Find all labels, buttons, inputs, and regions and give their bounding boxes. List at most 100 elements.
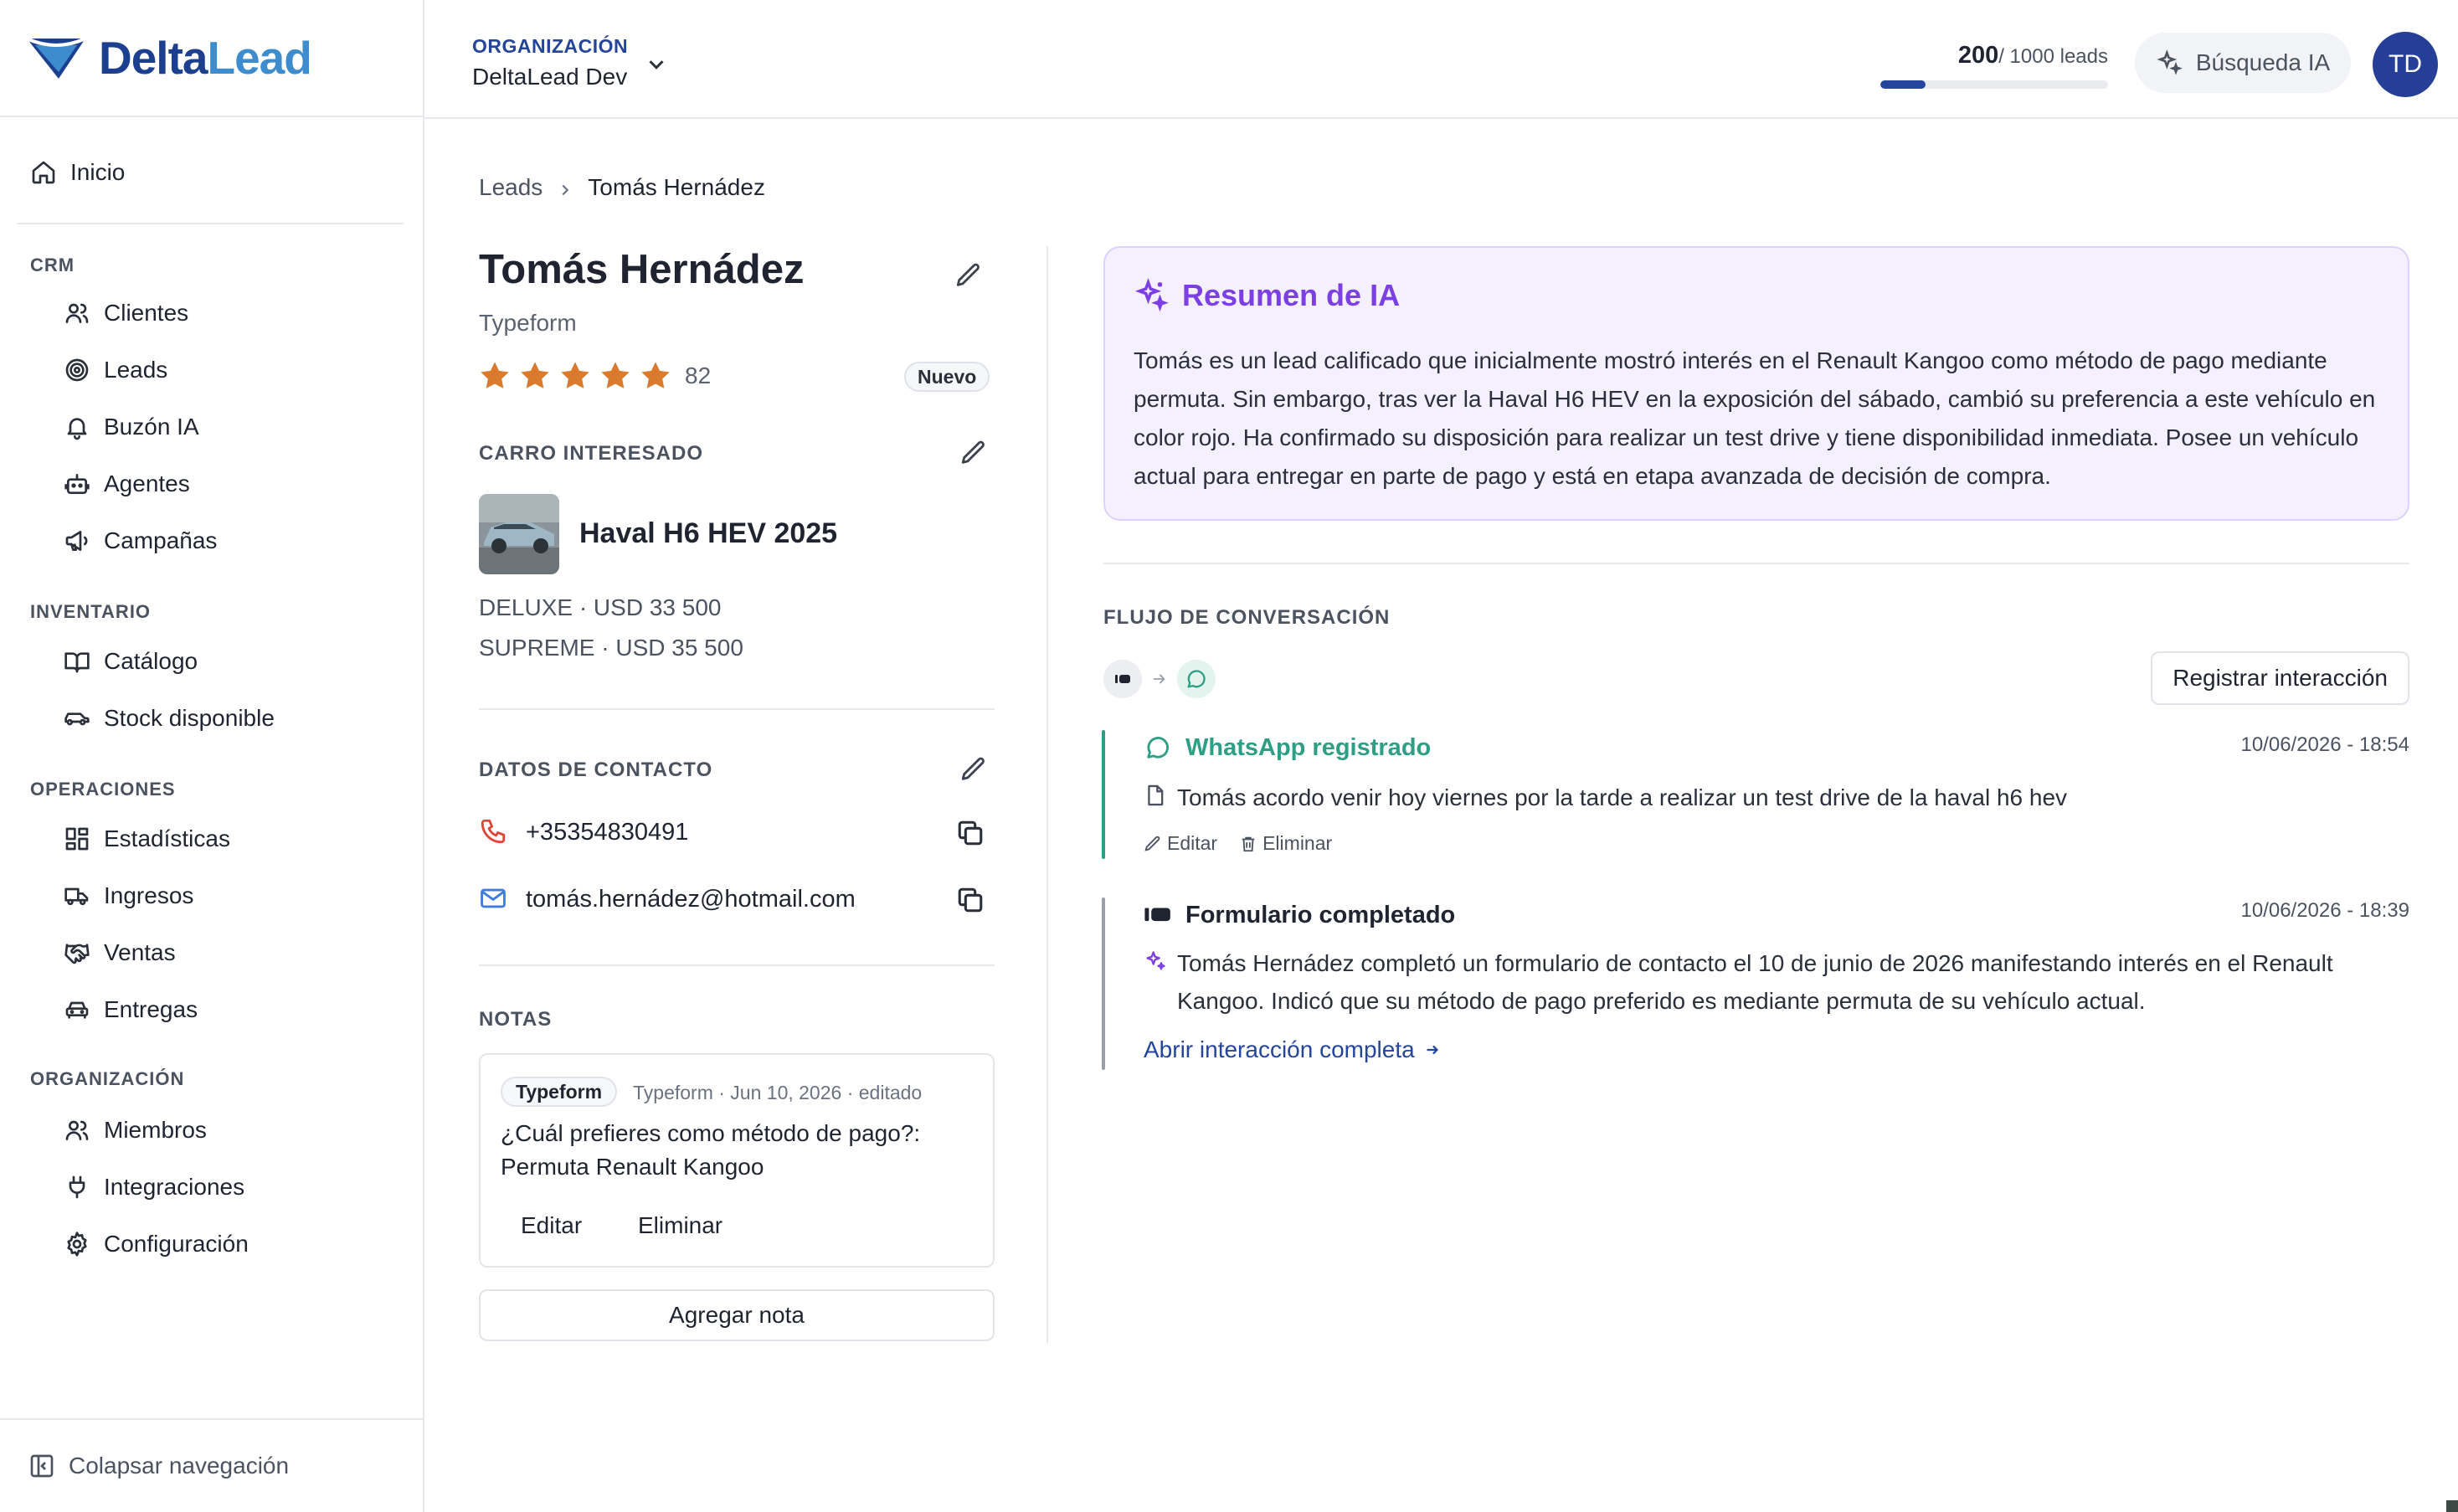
car-name: Haval H6 HEV 2025 [579, 517, 838, 549]
note-source-tag: Typeform [501, 1077, 618, 1107]
star-icon [601, 362, 630, 388]
note-edit-button[interactable]: Editar [501, 1204, 602, 1247]
dashboard-icon [62, 824, 92, 854]
sidebar-item-buzon-ia[interactable]: Buzón IA [62, 399, 217, 455]
ai-search-button[interactable]: Búsqueda IA [2135, 33, 2351, 93]
edit-contact-pencil-icon[interactable] [959, 755, 988, 784]
collapse-nav-button[interactable]: Colapsar navegación [0, 1418, 423, 1512]
edit-car-pencil-icon[interactable] [959, 439, 988, 467]
section-title-operaciones: OPERACIONES [30, 779, 176, 800]
sidebar-item-campanas[interactable]: Campañas [62, 512, 217, 569]
timeline-line-whatsapp [1102, 730, 1105, 859]
sidebar-item-ventas[interactable]: Ventas [62, 924, 230, 981]
car-variant: DELUXE · USD 33 500 [479, 594, 722, 620]
sidebar: DeltaLead Inicio CRM Clientes Leads Buzó… [0, 0, 424, 1512]
avatar[interactable]: TD [2373, 32, 2438, 97]
car-front-icon [62, 995, 92, 1025]
sidebar-item-label: Campañas [104, 527, 218, 553]
open-interaction-link[interactable]: Abrir interacción completa [1144, 1036, 1442, 1063]
edit-lead-pencil-icon[interactable] [954, 261, 983, 290]
arrow-right-icon [1150, 670, 1169, 688]
leads-usage: 200/ 1000 leads [1958, 42, 2108, 69]
section-operaciones: Estadísticas Ingresos Ventas Entregas [62, 810, 230, 1038]
sidebar-item-leads[interactable]: Leads [62, 342, 217, 399]
contact-phone[interactable]: +35354830491 [526, 819, 688, 846]
timeline-edit-button[interactable]: Editar [1144, 832, 1217, 855]
sidebar-item-estadisticas[interactable]: Estadísticas [62, 810, 230, 867]
timeline-title: Formulario completado [1144, 901, 1455, 929]
section-title-organizacion: ORGANIZACIÓN [30, 1068, 185, 1089]
divider [479, 964, 995, 966]
panel-collapse-icon [30, 1454, 54, 1478]
section-title-inventario: INVENTARIO [30, 601, 152, 622]
sidebar-item-label: Catálogo [104, 648, 198, 674]
conversation-flow-icons [1103, 660, 1216, 698]
sidebar-item-stock-disponible[interactable]: Stock disponible [62, 690, 275, 747]
timeline-date: 10/06/2026 - 18:39 [2240, 899, 2409, 922]
sidebar-item-clientes[interactable]: Clientes [62, 285, 217, 342]
car-thumbnail [479, 494, 559, 574]
section-organizacion: Miembros Integraciones Configuración [62, 1102, 249, 1273]
trash-icon [1242, 836, 1255, 851]
ai-summary-text: Tomás es un lead calificado que inicialm… [1134, 347, 2376, 489]
book-open-icon [62, 646, 92, 676]
sidebar-item-agentes[interactable]: Agentes [62, 455, 217, 512]
bell-icon [62, 412, 92, 442]
home-icon [28, 157, 59, 188]
note-text: ¿Cuál prefieres como método de pago?: Pe… [501, 1120, 921, 1180]
conversation-section-label: FLUJO DE CONVERSACIÓN [1103, 606, 1391, 629]
car-section-label: CARRO INTERESADO [479, 442, 704, 465]
add-note-button[interactable]: Agregar nota [479, 1289, 995, 1341]
ai-summary-card: Resumen de IA Tomás es un lead calificad… [1103, 246, 2409, 521]
status-badge: Nuevo [904, 362, 990, 392]
gear-icon [62, 1229, 92, 1259]
brand-name: DeltaLead [99, 32, 312, 84]
register-interaction-button[interactable]: Registrar interacción [2151, 651, 2409, 705]
star-icon [561, 362, 589, 388]
sidebar-item-configuracion[interactable]: Configuración [62, 1216, 249, 1273]
note-delete-button[interactable]: Eliminar [618, 1204, 743, 1247]
sidebar-item-catalogo[interactable]: Catálogo [62, 633, 275, 690]
chevron-down-icon[interactable] [644, 52, 669, 77]
sidebar-item-ingresos[interactable]: Ingresos [62, 867, 230, 924]
timeline-text: Tomás acordo venir hoy viernes por la ta… [1177, 784, 2068, 810]
lead-rating: 82 [477, 358, 711, 393]
sidebar-item-label: Ingresos [104, 882, 194, 908]
copy-phone-icon[interactable] [956, 819, 986, 849]
sparkles-icon [1134, 278, 1169, 312]
timeline-delete-button[interactable]: Eliminar [1239, 832, 1332, 855]
copy-email-icon[interactable] [956, 886, 986, 916]
ai-search-label: Búsqueda IA [2195, 49, 2331, 75]
breadcrumb: Leads Tomás Hernádez [479, 174, 765, 201]
mail-icon [479, 884, 509, 914]
sidebar-item-integraciones[interactable]: Integraciones [62, 1159, 249, 1216]
page-corner [2446, 1500, 2458, 1512]
sidebar-item-label: Entregas [104, 996, 198, 1022]
chevron-right-icon [556, 178, 574, 197]
column-divider [1046, 246, 1048, 1343]
sidebar-item-entregas[interactable]: Entregas [62, 981, 230, 1038]
timeline-line-form [1102, 897, 1105, 1070]
contact-phone-row: +35354830491 [479, 817, 688, 847]
top-header: ORGANIZACIÓN DeltaLead Dev 200/ 1000 lea… [424, 0, 2458, 119]
whatsapp-icon [1177, 660, 1216, 698]
breadcrumb-leads-link[interactable]: Leads [479, 174, 543, 201]
sidebar-item-miembros[interactable]: Miembros [62, 1102, 249, 1159]
leads-usage-fill [1880, 80, 1926, 89]
form-icon [1144, 908, 1170, 922]
sidebar-item-label: Clientes [104, 300, 189, 326]
sidebar-item-label: Agentes [104, 471, 190, 496]
sidebar-item-label: Estadísticas [104, 825, 230, 851]
sidebar-item-inicio[interactable]: Inicio [28, 144, 125, 201]
timeline-actions: Editar Eliminar [1144, 832, 1354, 855]
car-variant: SUPREME · USD 35 500 [479, 635, 743, 661]
star-icon [521, 362, 549, 388]
org-switcher[interactable]: DeltaLead Dev [472, 64, 627, 90]
file-icon [1144, 784, 1167, 807]
contact-email[interactable]: tomás.hernádez@hotmail.com [526, 886, 856, 913]
bot-icon [62, 469, 92, 499]
ai-summary-title: Resumen de IA [1134, 278, 1400, 313]
brand-logo[interactable]: DeltaLead [0, 0, 423, 117]
timeline-text: Tomás Hernádez completó un formulario de… [1177, 950, 2333, 1014]
divider [17, 223, 404, 224]
